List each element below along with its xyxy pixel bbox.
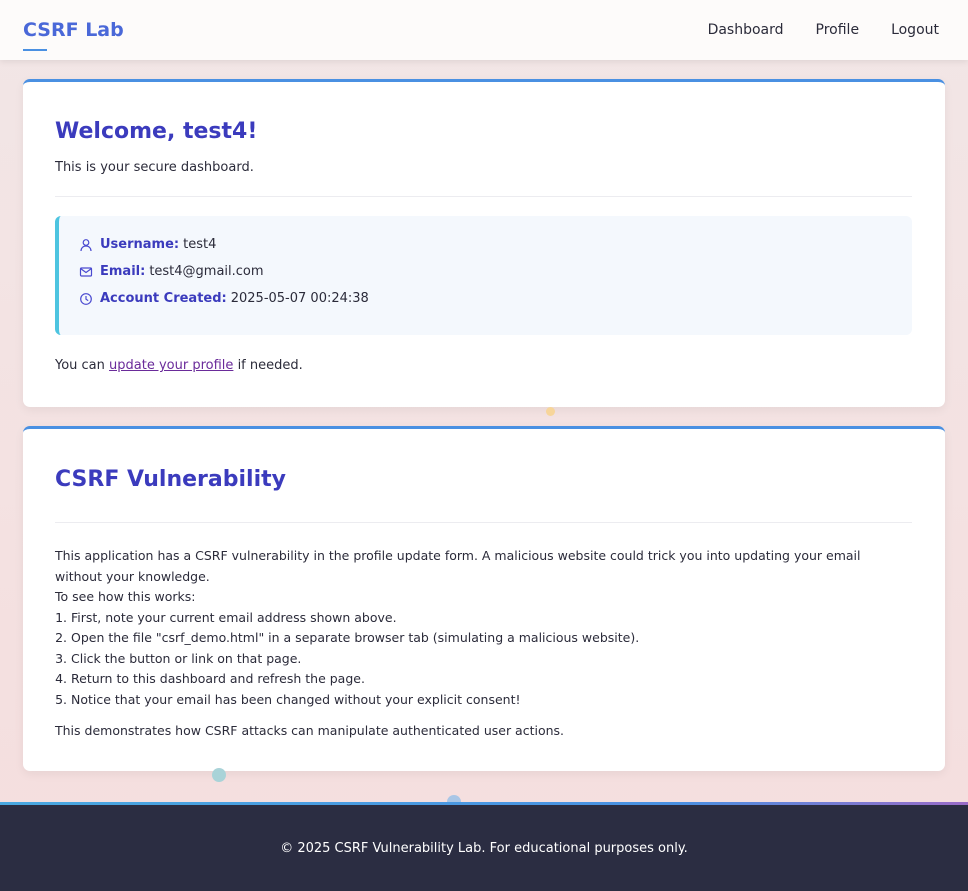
update-profile-link[interactable]: update your profile	[109, 358, 233, 373]
csrf-intro: This application has a CSRF vulnerabilit…	[55, 548, 861, 584]
csrf-step: First, note your current email address s…	[71, 608, 875, 629]
decorative-dot	[546, 407, 555, 416]
footer: © 2025 CSRF Vulnerability Lab. For educa…	[0, 802, 968, 891]
csrf-step: Click the button or link on that page.	[71, 649, 875, 670]
brand-underline	[23, 49, 47, 51]
nav-links: Dashboard Profile Logout	[708, 22, 939, 38]
brand-text[interactable]: CSRF Lab	[23, 19, 124, 41]
nav-link-dashboard[interactable]: Dashboard	[708, 22, 784, 38]
account-info-box: Username: test4 Email: test4@gmail.com A…	[55, 216, 912, 335]
navbar: CSRF Lab Dashboard Profile Logout	[0, 0, 968, 60]
update-suffix: if needed.	[237, 358, 303, 373]
csrf-description: This application has a CSRF vulnerabilit…	[55, 546, 875, 742]
email-label: Email:	[100, 264, 146, 279]
brand-logo[interactable]: CSRF Lab	[23, 19, 124, 51]
welcome-card: Welcome, test4! This is your secure dash…	[23, 79, 945, 407]
csrf-how-label: To see how this works:	[55, 589, 196, 604]
mail-icon	[79, 265, 93, 279]
csrf-closing: This demonstrates how CSRF attacks can m…	[55, 723, 565, 738]
clock-icon	[79, 292, 93, 306]
username-row: Username: test4	[79, 237, 216, 252]
divider	[55, 196, 912, 197]
footer-text: © 2025 CSRF Vulnerability Lab. For educa…	[280, 840, 688, 856]
welcome-title: Welcome, test4!	[55, 119, 258, 144]
username-value: test4	[183, 237, 217, 252]
created-row: Account Created: 2025-05-07 00:24:38	[79, 291, 369, 306]
created-value: 2025-05-07 00:24:38	[230, 291, 369, 306]
update-prefix: You can	[55, 358, 105, 373]
created-label: Account Created:	[100, 291, 227, 306]
username-label: Username:	[100, 237, 180, 252]
csrf-card: CSRF Vulnerability This application has …	[23, 426, 945, 771]
welcome-subtitle: This is your secure dashboard.	[55, 160, 254, 175]
csrf-steps-list: First, note your current email address s…	[71, 608, 875, 711]
nav-link-profile[interactable]: Profile	[816, 22, 860, 38]
decorative-dot	[212, 768, 226, 782]
nav-link-logout[interactable]: Logout	[891, 22, 939, 38]
divider	[55, 522, 912, 523]
csrf-step: Open the file "csrf_demo.html" in a sepa…	[71, 628, 875, 649]
update-profile-line: You can update your profile if needed.	[55, 358, 303, 373]
csrf-title: CSRF Vulnerability	[55, 467, 286, 492]
email-value: test4@gmail.com	[149, 264, 264, 279]
csrf-step: Return to this dashboard and refresh the…	[71, 669, 875, 690]
csrf-step: Notice that your email has been changed …	[71, 690, 875, 711]
email-row: Email: test4@gmail.com	[79, 264, 264, 279]
user-icon	[79, 238, 93, 252]
